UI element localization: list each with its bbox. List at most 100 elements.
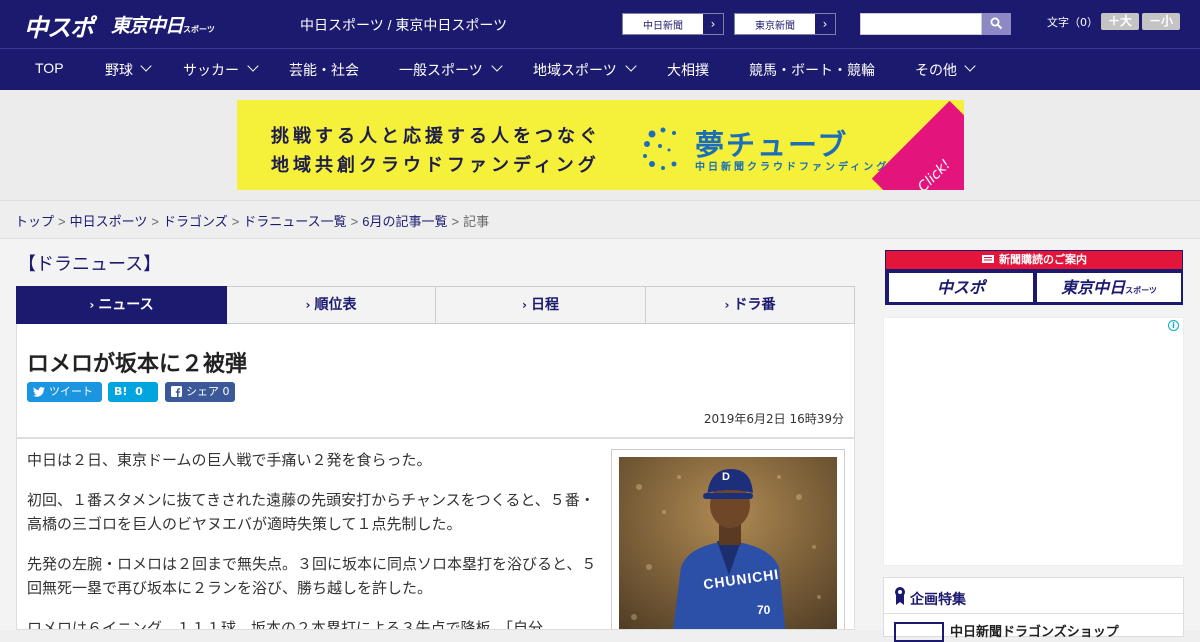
article-header: ロメロが坂本に２被弾 ツイート B! 0 シェア 0 2019年6月2日 16時… xyxy=(16,324,855,438)
chevron-down-icon xyxy=(491,60,503,72)
chevron-down-icon xyxy=(140,60,152,72)
subscribe-title-text: 新聞購読のご案内 xyxy=(999,253,1087,266)
hatena-button[interactable]: B! 0 xyxy=(108,382,158,402)
hatena-count: 0 xyxy=(135,385,143,398)
breadcrumb-separator: > xyxy=(151,214,159,229)
facebook-share-label: シェア 0 xyxy=(186,385,230,398)
ribbon-icon xyxy=(895,587,905,605)
subscribe-title: 新聞購読のご案内 xyxy=(886,251,1182,269)
tab-schedule-label: 日程 xyxy=(530,297,559,313)
breadcrumb-separator: > xyxy=(451,214,460,229)
font-larger-button[interactable]: ＋大 xyxy=(1101,13,1139,30)
tokyo-shimbun-label: 東京新聞 xyxy=(755,21,795,32)
search-icon xyxy=(990,17,1003,30)
nav-item-sumo[interactable]: 大相撲 xyxy=(667,60,709,80)
article-paragraph: 先発の左腕・ロメロは２回まで無失点。３回に坂本に同点ソロ本塁打を浴びると、５回無… xyxy=(27,556,597,597)
banner-line-2: 地域共創クラウドファンディング xyxy=(271,155,600,176)
breadcrumb-dragons[interactable]: ドラゴンズ xyxy=(163,214,228,229)
font-size-label: 文字（0） xyxy=(1047,16,1098,29)
breadcrumb-june-list[interactable]: 6月の記事一覧 xyxy=(362,214,447,229)
chevron-right-icon: › xyxy=(815,14,835,34)
article-paragraph: 中日は２日、東京ドームの巨人戦で手痛い２発を食らった。 xyxy=(27,452,432,469)
facebook-icon xyxy=(171,386,182,397)
subscribe-box: 新聞購読のご案内 中スポ 東京中日スポーツ xyxy=(885,250,1183,305)
special-features-box: 企画特集 中日新聞ドラゴンズショップ xyxy=(883,577,1184,642)
chevron-right-icon: › xyxy=(522,298,527,312)
nav-item-other[interactable]: その他 xyxy=(915,60,957,80)
chuspo-logo[interactable]: 中スポ xyxy=(24,8,94,43)
breadcrumb-current: 記事 xyxy=(463,214,490,229)
chunichi-shimbun-link[interactable]: 中日新聞 › xyxy=(622,13,724,35)
article-title: ロメロが坂本に２被弾 xyxy=(27,351,248,376)
dragons-tabs: › ニュース › 順位表 › 日程 › ドラ番 xyxy=(16,286,855,330)
banner-click-ribbon xyxy=(871,100,964,190)
twitter-icon xyxy=(33,387,45,397)
font-smaller-button[interactable]: －小 xyxy=(1142,13,1180,30)
nav-item-top[interactable]: TOP xyxy=(35,60,64,76)
breadcrumb-separator: > xyxy=(350,214,359,229)
ad-info-icon[interactable]: i xyxy=(1168,320,1179,331)
breadcrumb-top[interactable]: トップ xyxy=(15,214,54,229)
breadcrumb: トップ > 中日スポーツ > ドラゴンズ > ドラニュース一覧 >6月の記事一覧 > 記事 xyxy=(0,200,1200,239)
tokyo-logo-small: スポーツ xyxy=(183,25,215,34)
main-nav: TOP 野球 サッカー 芸能・社会 一般スポーツ 地域スポーツ 大相撲 競馬・ボ… xyxy=(0,48,1200,90)
banner-line-1: 挑戦する人と応援する人をつなぐ xyxy=(271,126,601,147)
chevron-down-icon xyxy=(247,60,259,72)
tab-standings[interactable]: › 順位表 xyxy=(227,286,436,324)
ad-slot[interactable]: i xyxy=(883,317,1184,566)
article-photo-frame: CHUNICHI D 70 xyxy=(611,449,845,629)
yumetube-dots-icon xyxy=(643,127,677,170)
article-photo[interactable]: CHUNICHI D 70 xyxy=(619,457,837,629)
subscribe-tokyo-label: 東京中日 xyxy=(1061,278,1126,297)
tokyo-logo-text: 東京中日 xyxy=(111,15,184,37)
subscribe-tokyo-button[interactable]: 東京中日スポーツ xyxy=(1037,273,1181,302)
nav-item-local-sports[interactable]: 地域スポーツ xyxy=(533,60,617,80)
subscribe-tokyo-small: スポーツ xyxy=(1125,286,1157,295)
section-title: 【ドラニュース】 xyxy=(18,254,162,274)
jersey-number: 70 xyxy=(757,603,771,617)
breadcrumb-separator: > xyxy=(58,214,66,229)
dragons-shop-thumbnail[interactable] xyxy=(894,622,944,642)
tab-draban-label: ドラ番 xyxy=(733,297,776,313)
search-button[interactable] xyxy=(982,13,1011,35)
chevron-down-icon xyxy=(625,60,637,72)
site-header: 中スポ 東京中日スポーツ 中日スポーツ / 東京中日スポーツ 中日新聞 › 東京… xyxy=(0,0,1200,48)
nav-item-entertainment[interactable]: 芸能・社会 xyxy=(289,60,359,80)
nav-item-general-sports[interactable]: 一般スポーツ xyxy=(399,60,483,80)
tab-draban[interactable]: › ドラ番 xyxy=(646,286,855,324)
special-features-title: 企画特集 xyxy=(910,592,966,608)
tokyo-chunichi-logo[interactable]: 東京中日スポーツ xyxy=(111,11,215,38)
chevron-right-icon: › xyxy=(703,14,723,34)
chevron-right-icon: › xyxy=(724,298,730,312)
subscribe-chuspo-button[interactable]: 中スポ xyxy=(889,273,1033,302)
tab-news-label: ニュース xyxy=(98,297,154,313)
article-paragraph: 初回、１番スタメンに抜てきされた遠藤の先頭安打からチャンスをつくると、５番・高橋… xyxy=(27,492,595,533)
tokyo-shimbun-link[interactable]: 東京新聞 › xyxy=(734,13,836,35)
banner-subtitle: 中日新聞クラウドファンディング xyxy=(695,162,890,173)
breadcrumb-dranews-list[interactable]: ドラニュース一覧 xyxy=(243,214,346,229)
article-paragraph: ロメロは６イニング、１１１球、坂本の２本塁打による３失点で降板。「自分 xyxy=(27,620,544,630)
cap-logo: D xyxy=(722,471,730,483)
dragons-shop-link[interactable]: 中日新聞ドラゴンズショップ xyxy=(950,621,1119,640)
nav-item-soccer[interactable]: サッカー xyxy=(183,60,239,80)
divider xyxy=(884,613,1183,614)
chevron-right-icon: › xyxy=(89,298,95,312)
crowdfunding-banner[interactable]: 挑戦する人と応援する人をつなぐ 地域共創クラウドファンディング 夢チューブ 中日… xyxy=(237,100,964,190)
facebook-share-button[interactable]: シェア 0 xyxy=(165,382,235,402)
tab-news[interactable]: › ニュース xyxy=(16,286,227,330)
tab-schedule[interactable]: › 日程 xyxy=(436,286,646,324)
newspaper-icon xyxy=(982,255,994,263)
chevron-down-icon xyxy=(964,60,976,72)
chevron-right-icon: › xyxy=(305,298,311,312)
hatena-icon: B! xyxy=(114,385,128,398)
site-title: 中日スポーツ / 東京中日スポーツ xyxy=(300,17,508,33)
chunichi-shimbun-label: 中日新聞 xyxy=(643,21,683,32)
search-input[interactable] xyxy=(860,13,982,35)
nav-item-racing[interactable]: 競馬・ボート・競輪 xyxy=(749,60,875,80)
tweet-button[interactable]: ツイート xyxy=(27,382,102,402)
article-body: 中日は２日、東京ドームの巨人戦で手痛い２発を食らった。 初回、１番スタメンに抜て… xyxy=(16,438,855,630)
nav-item-baseball[interactable]: 野球 xyxy=(105,60,133,80)
article-date: 2019年6月2日 16時39分 xyxy=(703,412,844,426)
tweet-label: ツイート xyxy=(49,385,93,398)
breadcrumb-chuspo[interactable]: 中日スポーツ xyxy=(70,214,148,229)
